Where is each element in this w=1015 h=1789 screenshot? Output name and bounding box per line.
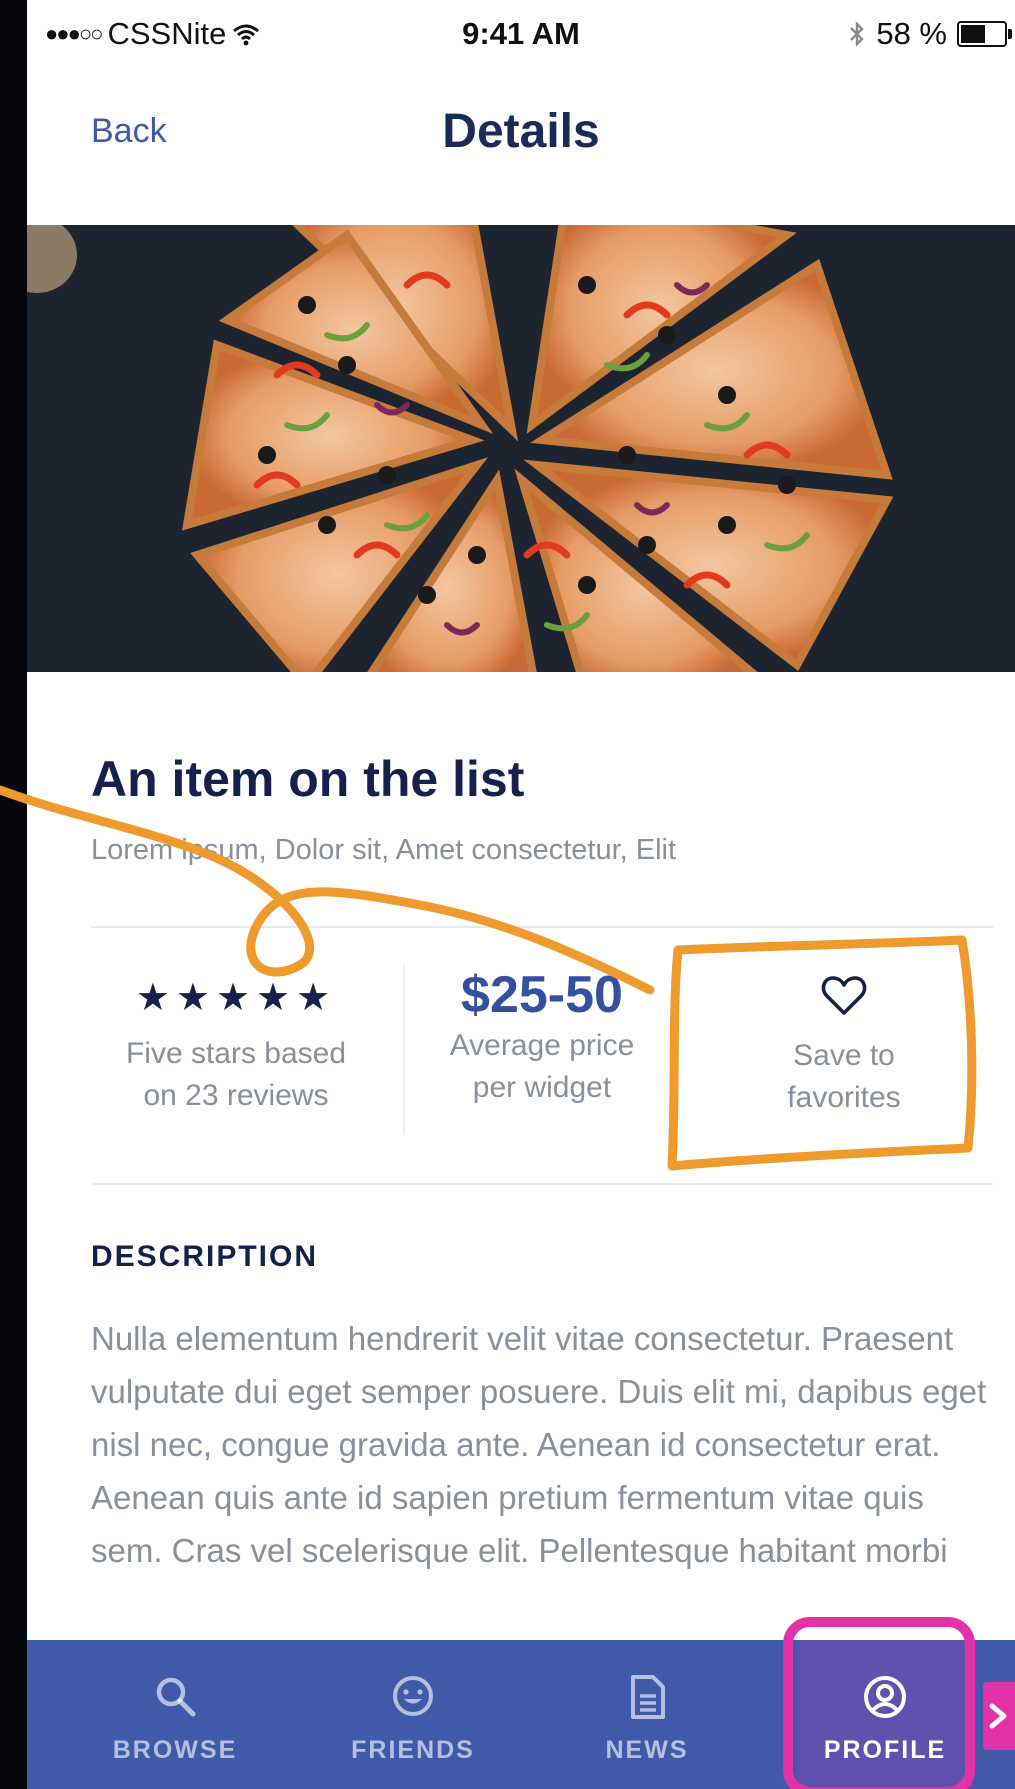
tab-profile-label: PROFILE xyxy=(823,1736,947,1764)
divider-bottom xyxy=(91,1183,993,1185)
next-arrow-tab[interactable] xyxy=(983,1682,1015,1750)
smiley-icon xyxy=(393,1676,433,1716)
user-circle-icon xyxy=(864,1676,906,1718)
background-strip xyxy=(0,0,27,1789)
hero-image xyxy=(27,225,1015,672)
status-right-group: 58 % xyxy=(848,16,1012,52)
navigation-bar: Back Details xyxy=(27,70,1015,225)
rating-caption-line-2: on 23 reviews xyxy=(143,1079,329,1112)
star-rating-icons: ★★★★★ xyxy=(135,977,337,1019)
chevron-right-icon xyxy=(989,1703,1007,1729)
tab-browse[interactable]: BROWSE xyxy=(75,1640,275,1789)
battery-percent: 58 % xyxy=(876,16,947,51)
document-icon xyxy=(631,1675,665,1719)
favorite-caption-line-1: Save to xyxy=(793,1039,895,1072)
search-icon xyxy=(156,1677,196,1717)
pizza-photo xyxy=(27,225,1015,672)
tab-friends[interactable]: FRIENDS xyxy=(313,1640,513,1789)
price-caption-line-2: per widget xyxy=(472,1071,612,1104)
item-tags: Lorem ipsum, Dolor sit, Amet consectetur… xyxy=(91,834,677,866)
status-bar: ●●●○○ CSSNite 9:41 AM 58 % xyxy=(27,0,1015,70)
favorite-caption-line-2: favorites xyxy=(787,1081,901,1114)
page-title: Details xyxy=(442,105,600,158)
battery-icon xyxy=(957,21,1012,47)
bluetooth-icon xyxy=(850,21,865,47)
tab-profile[interactable]: PROFILE xyxy=(797,1640,973,1789)
phone-screen: ●●●○○ CSSNite 9:41 AM 58 % Back Details xyxy=(27,0,1015,1789)
heart-icon[interactable] xyxy=(821,975,867,1017)
heart-icon-wrap xyxy=(699,975,989,1035)
price-range: $25-50 xyxy=(461,966,623,1024)
tab-friends-label: FRIENDS xyxy=(351,1736,475,1764)
item-title: An item on the list xyxy=(91,751,525,807)
tab-browse-label: BROWSE xyxy=(112,1736,238,1764)
tab-news-label: NEWS xyxy=(605,1736,689,1764)
description-body: Nulla elementum hendrerit velit vitae co… xyxy=(91,1320,987,1569)
rating-caption-line-1: Five stars based xyxy=(125,1037,347,1070)
stats-row: ★★★★★ Five stars based on 23 reviews $25… xyxy=(91,955,993,1145)
rating-stat: ★★★★★ Five stars based on 23 reviews xyxy=(91,955,381,1145)
divider-top xyxy=(91,926,993,928)
description-heading: DESCRIPTION xyxy=(91,1240,319,1273)
save-favorites-button[interactable]: Save to favorites xyxy=(699,955,989,1145)
battery-fill xyxy=(961,25,985,43)
price-stat: $25-50 Average price per widget xyxy=(397,955,687,1145)
price-caption-line-1: Average price xyxy=(449,1029,635,1062)
tab-bar: BROWSE FRIENDS NEWS PROFILE xyxy=(27,1640,1015,1789)
tab-news[interactable]: NEWS xyxy=(547,1640,747,1789)
